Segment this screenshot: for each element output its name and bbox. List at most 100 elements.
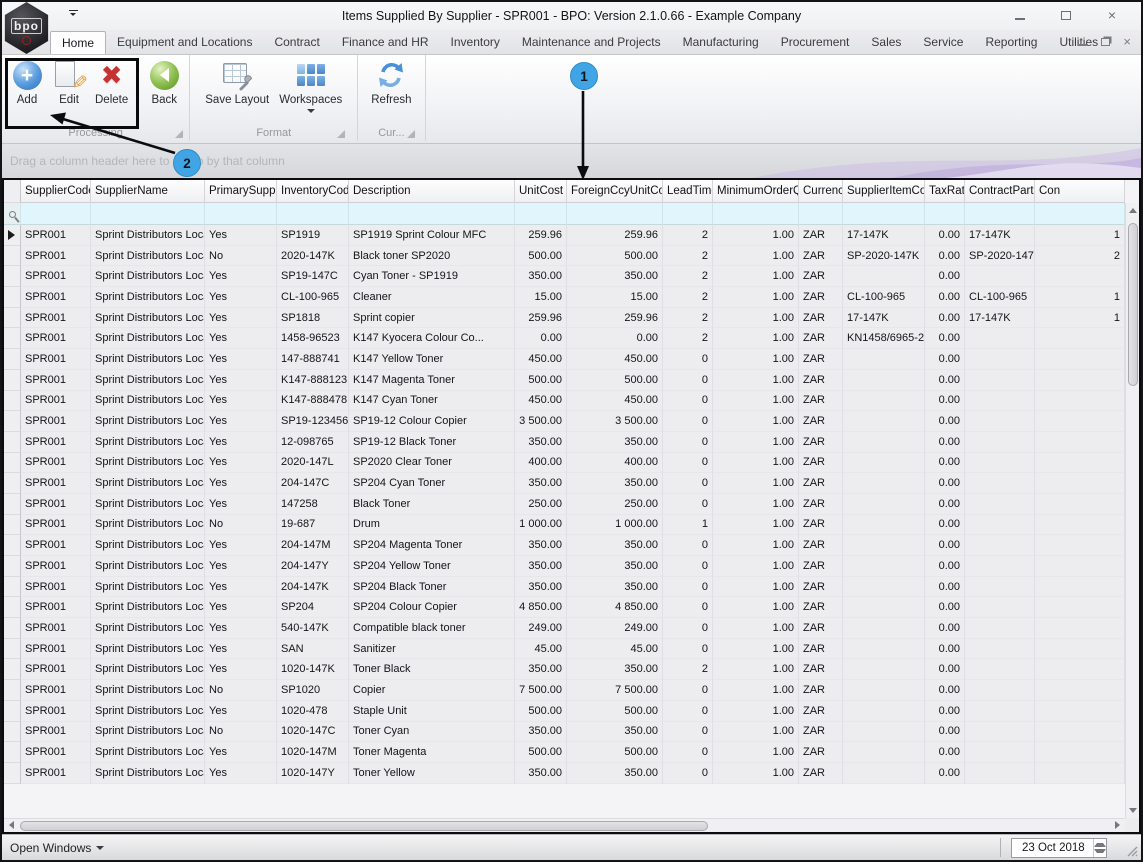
grid-cell[interactable]: ZAR	[799, 328, 843, 350]
column-header-suppliercode[interactable]: SupplierCode	[21, 180, 91, 203]
grid-cell[interactable]: Cyan Toner - SP1919	[349, 266, 515, 288]
grid-cell[interactable]: Yes	[205, 369, 277, 391]
grid-cell[interactable]: 350.00	[515, 576, 567, 598]
table-row[interactable]: SPR001 Sprint Distributors Local Yes SP19-1…	[4, 266, 1125, 288]
grid-cell[interactable]: SP19-147C	[277, 266, 349, 288]
tab-home[interactable]: Home	[50, 31, 107, 54]
dialog-launcher-icon[interactable]	[175, 130, 184, 138]
grid-cell[interactable]: 17-147K	[965, 307, 1035, 329]
grid-cell[interactable]	[843, 431, 925, 453]
grid-cell[interactable]: Sprint Distributors Local	[91, 638, 205, 660]
maximize-icon[interactable]	[1053, 7, 1079, 25]
grid-cell[interactable]	[843, 349, 925, 370]
grid-cell[interactable]: 1.00	[713, 266, 799, 288]
minimize-icon[interactable]	[1007, 7, 1033, 25]
grid-cell[interactable]: Sprint Distributors Local	[91, 514, 205, 536]
grid-cell[interactable]: SPR001	[21, 762, 91, 784]
grid-cell[interactable]: 0	[663, 535, 713, 556]
column-header-contractpartno[interactable]: ContractPartNo	[965, 180, 1035, 203]
grid-cell[interactable]: 0	[663, 411, 713, 432]
grid-cell[interactable]: 1.00	[713, 659, 799, 681]
table-row[interactable]: SPR001 Sprint Distributors Local Yes 12-098…	[4, 431, 1125, 453]
grid-cell[interactable]: 45.00	[567, 638, 663, 660]
grid-cell[interactable]: 0	[663, 473, 713, 494]
workspaces-button[interactable]: Workspaces	[274, 57, 347, 119]
grid-cell[interactable]: ZAR	[799, 680, 843, 701]
table-row[interactable]: SPR001 Sprint Distributors Local Yes 2020-1…	[4, 452, 1125, 474]
dialog-launcher-icon[interactable]	[406, 130, 415, 138]
grid-cell[interactable]: Sprint Distributors Local	[91, 535, 205, 556]
filter-cell-primarysupplier[interactable]	[205, 203, 277, 225]
tab-equipment-and-locations[interactable]: Equipment and Locations	[106, 31, 263, 54]
grid-cell[interactable]: SP19-12 Colour Copier	[349, 411, 515, 432]
grid-cell[interactable]	[1035, 328, 1125, 350]
grid-cell[interactable]: ZAR	[799, 638, 843, 660]
grid-cell[interactable]: Yes	[205, 700, 277, 722]
grid-cell[interactable]	[843, 369, 925, 391]
grid-cell[interactable]: 1.00	[713, 535, 799, 556]
grid-cell[interactable]: Cleaner	[349, 287, 515, 308]
grid-cell[interactable]: SP204 Colour Copier	[349, 597, 515, 619]
grid-cell[interactable]: Sprint Distributors Local	[91, 369, 205, 391]
grid-cell[interactable]: 0	[663, 493, 713, 515]
grid-cell[interactable]: 12-098765	[277, 431, 349, 453]
table-row[interactable]: SPR001 Sprint Distributors Local Yes 147258…	[4, 493, 1125, 515]
grid-cell[interactable]: 1.00	[713, 473, 799, 494]
grid-cell[interactable]: 0.00	[925, 700, 965, 722]
grid-cell[interactable]: SP1020	[277, 680, 349, 701]
grid-cell[interactable]: Sprint Distributors Local	[91, 742, 205, 763]
table-row[interactable]: SPR001 Sprint Distributors Local Yes 204-14…	[4, 576, 1125, 598]
grid-cell[interactable]: 250.00	[567, 493, 663, 515]
grid-cell[interactable]: 350.00	[515, 659, 567, 681]
grid-cell[interactable]	[965, 618, 1035, 639]
grid-cell[interactable]: 1.00	[713, 225, 799, 246]
grid-cell[interactable]: No	[205, 680, 277, 701]
grid-cell[interactable]: Sprint Distributors Local	[91, 556, 205, 577]
grid-cell[interactable]: 0.00	[925, 493, 965, 515]
grid-cell[interactable]: 1 000.00	[515, 514, 567, 536]
grid-cell[interactable]: 2020-147K	[277, 245, 349, 267]
horizontal-scroll-thumb[interactable]	[20, 821, 708, 831]
grid-cell[interactable]: 2	[663, 659, 713, 681]
grid-cell[interactable]	[843, 452, 925, 474]
grid-cell[interactable]	[843, 700, 925, 722]
grid-cell[interactable]: 1.00	[713, 638, 799, 660]
grid-cell[interactable]: SP204	[277, 597, 349, 619]
grid-cell[interactable]: 400.00	[515, 452, 567, 474]
grid-cell[interactable]: 500.00	[515, 369, 567, 391]
grid-cell[interactable]: Yes	[205, 452, 277, 474]
grid-cell[interactable]: 259.96	[567, 307, 663, 329]
table-row[interactable]: SPR001 Sprint Distributors Local Yes 1020-1…	[4, 742, 1125, 763]
grid-cell[interactable]: Sprint Distributors Local	[91, 245, 205, 267]
grid-cell[interactable]: 4 850.00	[567, 597, 663, 619]
grid-cell[interactable]: 147-888741	[277, 349, 349, 370]
table-row[interactable]: SPR001 Sprint Distributors Local No 2020-14…	[4, 245, 1125, 267]
grid-cell[interactable]: 0.00	[925, 638, 965, 660]
grid-cell[interactable]: Sprint Distributors Local	[91, 680, 205, 701]
grid-cell[interactable]	[965, 638, 1035, 660]
grid-cell[interactable]: 2	[1035, 245, 1125, 267]
grid-cell[interactable]: 0	[663, 576, 713, 598]
grid-cell[interactable]: ZAR	[799, 225, 843, 246]
grid-cell[interactable]: 19-687	[277, 514, 349, 536]
grid-cell[interactable]	[965, 369, 1035, 391]
grid-cell[interactable]: 350.00	[515, 535, 567, 556]
vertical-scrollbar[interactable]	[1125, 203, 1139, 818]
grid-cell[interactable]	[843, 638, 925, 660]
scroll-down-icon[interactable]	[1126, 804, 1140, 818]
grid-cell[interactable]: 0.00	[925, 762, 965, 784]
grid-cell[interactable]: ZAR	[799, 742, 843, 763]
grid-cell[interactable]: SP204 Yellow Toner	[349, 556, 515, 577]
delete-button[interactable]: ✖ Delete	[90, 57, 133, 108]
grid-cell[interactable]: Yes	[205, 411, 277, 432]
grid-cell[interactable]: 0.00	[925, 266, 965, 288]
grid-cell[interactable]	[965, 597, 1035, 619]
grid-cell[interactable]: Yes	[205, 390, 277, 412]
grid-cell[interactable]: 3 500.00	[515, 411, 567, 432]
filter-cell-minimumorderqty[interactable]	[713, 203, 799, 225]
grid-cell[interactable]: Sprint copier	[349, 307, 515, 329]
grid-cell[interactable]: SPR001	[21, 390, 91, 412]
grid-cell[interactable]: Yes	[205, 659, 277, 681]
grid-cell[interactable]: SPR001	[21, 349, 91, 370]
vertical-scroll-thumb[interactable]	[1128, 223, 1138, 386]
